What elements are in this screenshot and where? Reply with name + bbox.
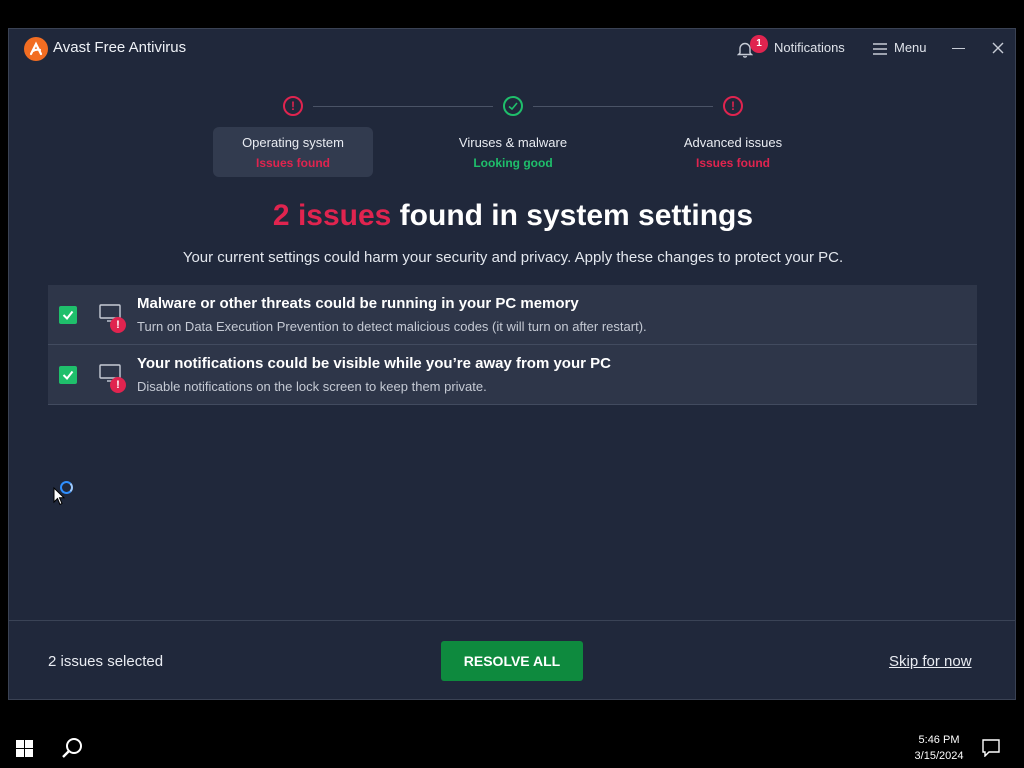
issue-row-notifications[interactable]: ! Your notifications could be visible wh… <box>48 345 977 405</box>
alert-icon: ! <box>110 377 126 393</box>
action-center-icon[interactable] <box>982 739 1000 757</box>
step-status: Issues found <box>255 156 330 170</box>
search-icon[interactable] <box>61 737 83 759</box>
skip-for-now-link[interactable]: Skip for now <box>889 653 972 670</box>
footer-divider <box>9 620 1015 621</box>
page-title-rest: found in system settings <box>391 199 754 232</box>
page-subtitle: Your current settings could harm your se… <box>182 249 844 266</box>
issue-title: Malware or other threats could be runnin… <box>137 295 579 312</box>
notification-count-badge: 1 <box>750 35 768 53</box>
windows-start-icon[interactable] <box>16 740 33 757</box>
selected-count: 2 issues selected <box>48 653 164 670</box>
step-connector <box>313 106 493 107</box>
issue-count-highlight: 2 issues <box>272 199 392 232</box>
step-title: Advanced issues <box>683 135 783 150</box>
step-status: Looking good <box>473 156 553 170</box>
hamburger-icon <box>873 43 887 55</box>
page-title: 2 issues found in system settings <box>9 199 1017 233</box>
step-title: Viruses & malware <box>458 135 568 150</box>
step-viruses-malware[interactable]: Viruses & malware Looking good <box>433 127 593 177</box>
issue-title: Your notifications could be visible whil… <box>137 355 611 372</box>
alert-icon: ! <box>110 317 126 333</box>
issue-checkbox[interactable] <box>59 366 77 384</box>
menu-label: Menu <box>894 40 927 55</box>
issue-list: ! Malware or other threats could be runn… <box>48 285 977 405</box>
avast-logo-icon <box>24 37 48 61</box>
mouse-cursor-icon <box>53 487 65 506</box>
minimize-icon[interactable] <box>952 39 966 59</box>
issue-row-dep[interactable]: ! Malware or other threats could be runn… <box>48 285 977 345</box>
step-operating-system-alert-icon: ! <box>283 96 303 116</box>
issue-description: Turn on Data Execution Prevention to det… <box>137 319 647 334</box>
close-icon[interactable] <box>990 40 1006 56</box>
issue-description: Disable notifications on the lock screen… <box>137 379 487 394</box>
resolve-all-button[interactable]: RESOLVE ALL <box>441 641 583 681</box>
step-status: Issues found <box>695 156 770 170</box>
notifications-label: Notifications <box>774 40 845 55</box>
check-icon <box>62 310 74 321</box>
taskbar-clock[interactable]: 5:46 PM 3/15/2024 <box>900 732 978 764</box>
step-advanced-issues[interactable]: Advanced issues Issues found <box>653 127 813 177</box>
step-connector <box>533 106 713 107</box>
step-title: Operating system <box>242 135 344 150</box>
app-title: Avast Free Antivirus <box>53 39 187 56</box>
taskbar: 5:46 PM 3/15/2024 <box>0 728 1024 768</box>
clock-time: 5:46 PM <box>918 734 960 746</box>
app-window: Avast Free Antivirus 1 Notifications Men… <box>8 28 1016 700</box>
step-viruses-check-icon <box>503 96 523 116</box>
step-advanced-alert-icon: ! <box>723 96 743 116</box>
step-operating-system[interactable]: Operating system Issues found <box>213 127 373 177</box>
issue-checkbox[interactable] <box>59 306 77 324</box>
clock-date: 3/15/2024 <box>914 750 964 762</box>
check-icon <box>62 370 74 381</box>
